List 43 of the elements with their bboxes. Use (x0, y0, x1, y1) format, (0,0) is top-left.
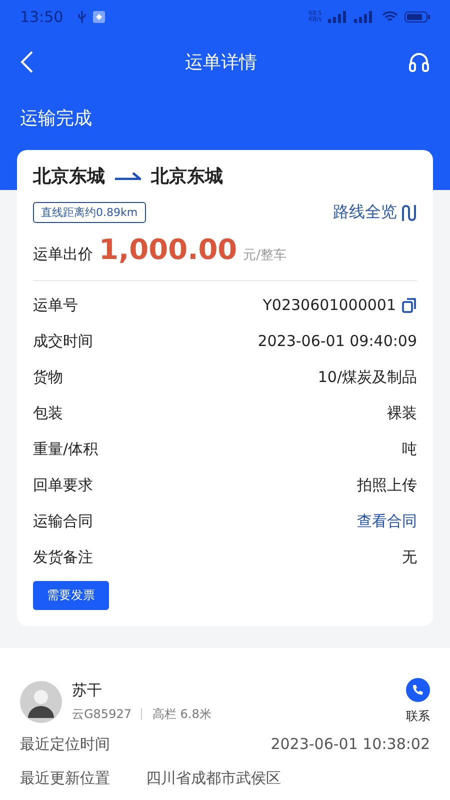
order-status: 运输完成 (19, 107, 93, 130)
location-label: 最近定位时间 (20, 734, 111, 754)
contract-link[interactable]: 查看合同 (357, 512, 417, 530)
detail-value: 吨 (402, 440, 417, 458)
status-time: 13:50 (20, 8, 64, 26)
detail-label: 运单号 (33, 296, 78, 314)
page-title: 运单详情 (184, 51, 258, 74)
location-value: 四川省成都市武侯区 (146, 768, 282, 788)
usb-icon (77, 11, 88, 23)
detail-value: 10/煤炭及制品 (318, 368, 417, 386)
invoice-button[interactable]: 需要发票 (33, 581, 109, 610)
distance-tag: 直线距离约0.89km (33, 202, 146, 223)
price-label: 运单出价 (33, 245, 93, 264)
driver-name: 苏干 (72, 680, 103, 700)
detail-label: 运输合同 (33, 512, 93, 530)
destination-city: 北京东城 (151, 165, 223, 188)
location-label: 最近更新位置 (20, 768, 111, 788)
copy-icon[interactable] (402, 298, 417, 312)
detail-value: 拍照上传 (357, 476, 417, 494)
origin-city: 北京东城 (33, 165, 105, 188)
vehicle-type: 高栏 6.8米 (152, 706, 212, 722)
detail-value: 裸装 (387, 404, 417, 422)
detail-label: 货物 (33, 368, 63, 386)
headset-icon[interactable] (408, 51, 430, 73)
back-button[interactable] (20, 50, 34, 74)
app-icon (93, 11, 106, 23)
wifi-icon (382, 11, 398, 23)
detail-value: 2023-06-01 09:40:09 (258, 332, 417, 350)
price-unit: 元/整车 (243, 247, 287, 264)
route-overview-link[interactable]: 路线全览 (333, 202, 417, 223)
detail-label: 重量/体积 (33, 440, 98, 458)
detail-value: Y0230601000001 (262, 296, 396, 314)
battery-icon (404, 11, 432, 23)
avatar-icon (20, 680, 62, 722)
location-value: 2023-06-01 10:38:02 (270, 735, 430, 753)
price-amount: 1,000.00 (99, 233, 238, 266)
detail-value: 无 (402, 548, 417, 566)
detail-label: 成交时间 (33, 332, 93, 350)
detail-label: 回单要求 (33, 476, 93, 494)
plate-number: 云G85927 (72, 706, 132, 722)
route-icon (401, 204, 417, 222)
detail-label: 发货备注 (33, 548, 93, 566)
detail-label: 包装 (33, 404, 63, 422)
